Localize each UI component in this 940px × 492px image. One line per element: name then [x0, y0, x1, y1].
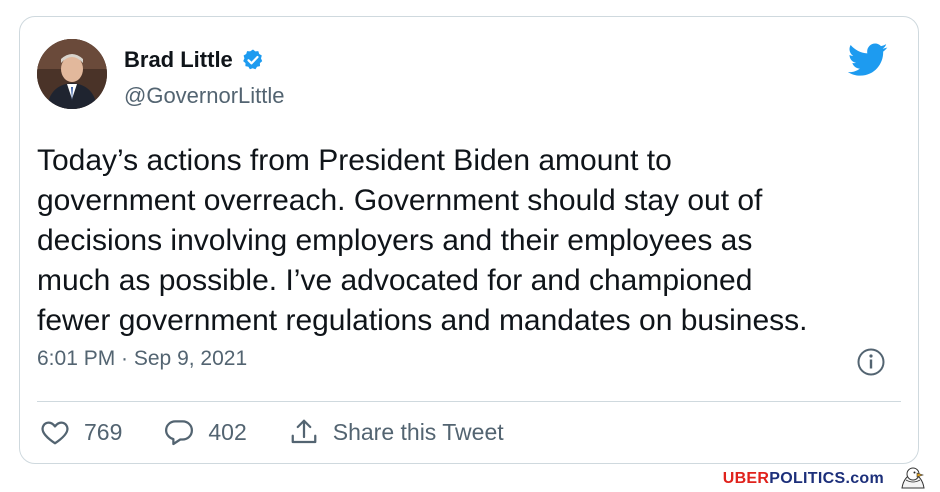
tweet-actions: 769 402 Share this Tweet — [40, 417, 546, 447]
author-avatar[interactable] — [37, 39, 107, 109]
like-count: 769 — [84, 418, 123, 445]
watermark-part-politics: POLITICS — [769, 470, 846, 487]
eagle-logo-icon — [901, 467, 925, 489]
tweet-timestamp[interactable]: 6:01 PM · Sep 9, 2021 — [37, 347, 247, 371]
share-button[interactable]: Share this Tweet — [289, 417, 504, 447]
avatar-photo — [37, 39, 107, 109]
watermark-part-com: .com — [845, 470, 884, 487]
reply-button[interactable]: 402 — [164, 417, 247, 447]
author-name-row: Brad Little — [124, 47, 265, 73]
reply-bubble-icon — [165, 420, 194, 446]
watermark: UBERPOLITICS.com — [723, 470, 884, 488]
info-icon[interactable] — [856, 347, 886, 377]
like-button[interactable]: 769 — [40, 417, 122, 447]
tweet-text: Today’s actions from President Biden amo… — [37, 144, 808, 337]
tweet-card: Brad Little @GovernorLittle Today’s acti… — [19, 16, 919, 464]
author-name[interactable]: Brad Little — [124, 47, 233, 73]
share-label: Share this Tweet — [332, 418, 504, 445]
watermark-part-uber: UBER — [722, 470, 770, 487]
author-handle[interactable]: @GovernorLittle — [124, 83, 285, 109]
divider — [37, 401, 901, 402]
heart-icon — [41, 421, 69, 445]
reply-count: 402 — [208, 418, 247, 445]
share-icon — [291, 419, 317, 444]
twitter-bird-icon[interactable] — [848, 43, 888, 77]
verified-badge-icon — [242, 49, 262, 70]
